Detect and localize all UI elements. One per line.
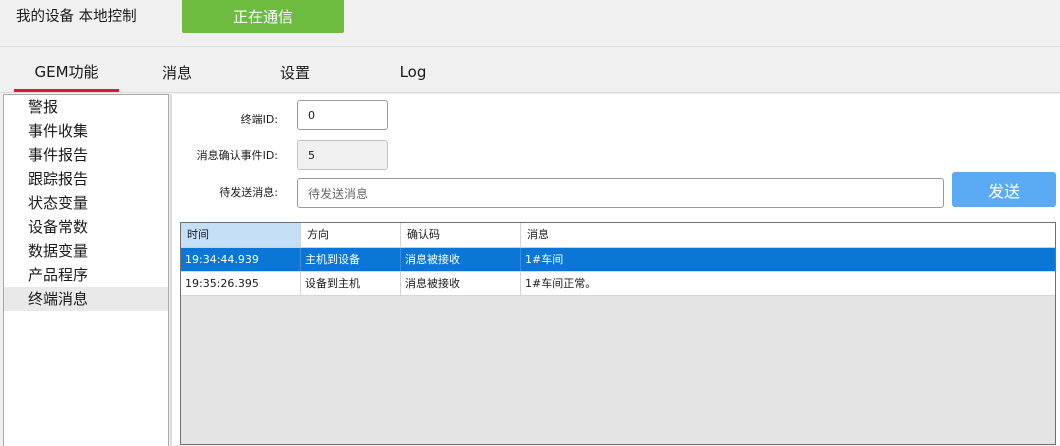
tab-messages[interactable]: 消息 (145, 54, 209, 90)
cell-time: 19:35:26.395 (181, 272, 301, 295)
window-title: 我的设备 本地控制 (16, 9, 137, 25)
tab-gem-functions[interactable]: GEM功能 (14, 54, 119, 92)
grid-header: 时间 方向 确认码 消息 (181, 223, 1055, 248)
sidebar-item-equipment-constants[interactable]: 设备常数 (4, 215, 168, 239)
table-row[interactable]: 19:34:44.939 主机到设备 消息被接收 1#车间 (181, 248, 1055, 272)
cell-ack-code: 消息被接收 (401, 248, 521, 271)
sidebar-item-event-reports[interactable]: 事件报告 (4, 143, 168, 167)
cell-direction: 设备到主机 (301, 272, 401, 295)
table-row[interactable]: 19:35:26.395 设备到主机 消息被接收 1#车间正常。 (181, 272, 1055, 296)
ack-event-id-label: 消息确认事件ID: (196, 149, 278, 162)
tab-settings[interactable]: 设置 (262, 54, 328, 90)
cell-direction: 主机到设备 (301, 248, 401, 271)
function-sidebar: 警报 事件收集 事件报告 跟踪报告 状态变量 设备常数 数据变量 产品程序 终端… (3, 94, 169, 446)
title-bar: 我的设备 本地控制 正在通信 (0, 0, 1060, 47)
tab-bar: GEM功能 消息 设置 Log (0, 54, 1060, 92)
cell-message: 1#车间 (525, 253, 564, 266)
send-button[interactable]: 发送 (952, 172, 1056, 207)
cell-message: 1#车间正常。 (525, 277, 597, 290)
cell-ack-code: 消息被接收 (401, 272, 521, 295)
tab-log[interactable]: Log (380, 54, 446, 90)
sidebar-item-process-programs[interactable]: 产品程序 (4, 263, 168, 287)
sidebar-item-alarms[interactable]: 警报 (4, 95, 168, 119)
sidebar-item-terminal-messages[interactable]: 终端消息 (4, 287, 168, 311)
tab-divider (0, 92, 1060, 93)
sidebar-item-status-variables[interactable]: 状态变量 (4, 191, 168, 215)
terminal-id-input[interactable]: 0 (297, 100, 388, 130)
column-header-ack-code[interactable]: 确认码 (401, 223, 521, 247)
column-header-direction[interactable]: 方向 (301, 223, 401, 247)
sidebar-item-data-variables[interactable]: 数据变量 (4, 239, 168, 263)
terminal-id-label: 终端ID: (240, 113, 278, 126)
pending-message-label: 待发送消息: (219, 186, 278, 199)
communication-status-button[interactable]: 正在通信 (182, 0, 344, 33)
cell-time: 19:34:44.939 (181, 248, 301, 271)
sidebar-item-event-collection[interactable]: 事件收集 (4, 119, 168, 143)
message-grid: 时间 方向 确认码 消息 19:34:44.939 主机到设备 消息被接收 1#… (180, 222, 1056, 445)
sidebar-item-trace-reports[interactable]: 跟踪报告 (4, 167, 168, 191)
column-header-time[interactable]: 时间 (181, 223, 301, 247)
column-header-message[interactable]: 消息 (521, 223, 1055, 247)
ack-event-id-input: 5 (297, 140, 388, 170)
terminal-message-panel: 终端ID: 0 消息确认事件ID: 5 待发送消息: 待发送消息 发送 时间 方… (172, 94, 1060, 445)
pending-message-input[interactable]: 待发送消息 (297, 178, 944, 208)
